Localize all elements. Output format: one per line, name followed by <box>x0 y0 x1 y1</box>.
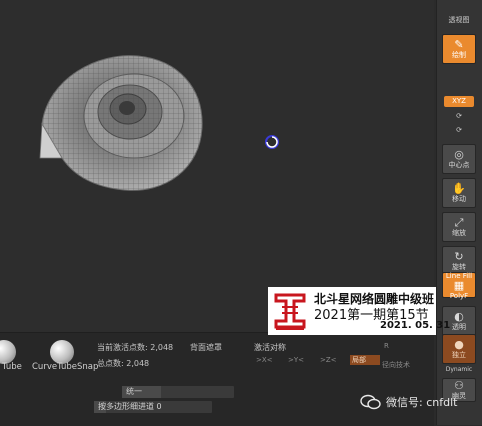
grid-icon: ▦ <box>453 278 465 292</box>
axis-x-toggle[interactable]: >X< <box>254 355 284 365</box>
course-date: 2021. 05. 31 <box>380 320 451 331</box>
rotate-icon: ↻ <box>454 250 464 263</box>
move-button[interactable]: ✋ 移动 <box>442 178 476 208</box>
wechat-watermark: 微信号: cnfdlt <box>360 392 457 412</box>
local-symmetry-toggle[interactable]: 局部 <box>350 355 380 365</box>
polyf-button[interactable]: Line Fill ▦ PolyF <box>442 272 476 300</box>
xyz-toggle[interactable]: XYZ <box>444 96 474 107</box>
axis-y-toggle[interactable]: >Y< <box>286 355 316 365</box>
rotate-small-icon-2[interactable]: ⟳ <box>444 124 474 136</box>
course-logo-icon <box>272 291 308 331</box>
curvetubesnap-brush-thumb[interactable] <box>50 340 74 364</box>
spiral-mesh[interactable] <box>38 48 208 198</box>
scale-icon: ⤢ <box>454 216 464 229</box>
poly-subdiv-slider[interactable]: 按多边形细进道 0 <box>94 401 212 413</box>
backface-mask-toggle[interactable]: 背面遮罩 <box>190 342 222 353</box>
solo-icon: ● <box>454 338 464 351</box>
scale-button[interactable]: ⤢ 缩放 <box>442 212 476 242</box>
solo-button[interactable]: ● 独立 <box>442 334 476 364</box>
active-points: 当前激活点数: 2,048 <box>97 343 174 352</box>
hand-icon: ✋ <box>452 182 466 195</box>
activate-symmetry-button[interactable]: 激活对称 <box>254 342 286 353</box>
rotate-small-icon[interactable]: ⟳ <box>444 110 474 122</box>
curvetubesnap-brush-label[interactable]: CurveTubeSnap <box>32 362 98 372</box>
tube-brush-label[interactable]: Tube <box>2 362 22 372</box>
course-watermark: 北斗星网络圆雕中级班 2021第一期第15节 2021. 05. 31 <box>268 287 450 335</box>
wechat-id: 微信号: cnfdlt <box>386 396 458 409</box>
local-icon: ◎ <box>454 148 464 161</box>
draw-button[interactable]: ✎ 绘制 <box>442 34 476 64</box>
transparency-icon: ◐ <box>454 310 464 323</box>
right-shelf: 透视图 ✎ 绘制 XYZ ⟳ ⟳ ◎ 中心点 ✋ 移动 ⤢ 缩放 ↻ 旋转 Li… <box>436 0 482 425</box>
ghost-icon: ⚇ <box>454 379 464 392</box>
wechat-icon <box>360 394 381 410</box>
brush-cursor-icon <box>265 135 279 149</box>
perspective-label[interactable]: 透视图 <box>444 14 474 26</box>
total-points: 总点数: 2,048 <box>97 359 150 368</box>
dynamic-label[interactable]: Dynamic <box>444 364 474 376</box>
local-button[interactable]: ◎ 中心点 <box>442 144 476 174</box>
draw-icon: ✎ <box>454 38 464 51</box>
unify-slider[interactable]: 统一 <box>122 386 234 398</box>
radial-count[interactable]: 径向技术 <box>382 360 410 370</box>
radial-toggle[interactable]: R <box>382 341 412 351</box>
axis-z-toggle[interactable]: >Z< <box>318 355 348 365</box>
viewport-canvas[interactable] <box>0 0 434 332</box>
